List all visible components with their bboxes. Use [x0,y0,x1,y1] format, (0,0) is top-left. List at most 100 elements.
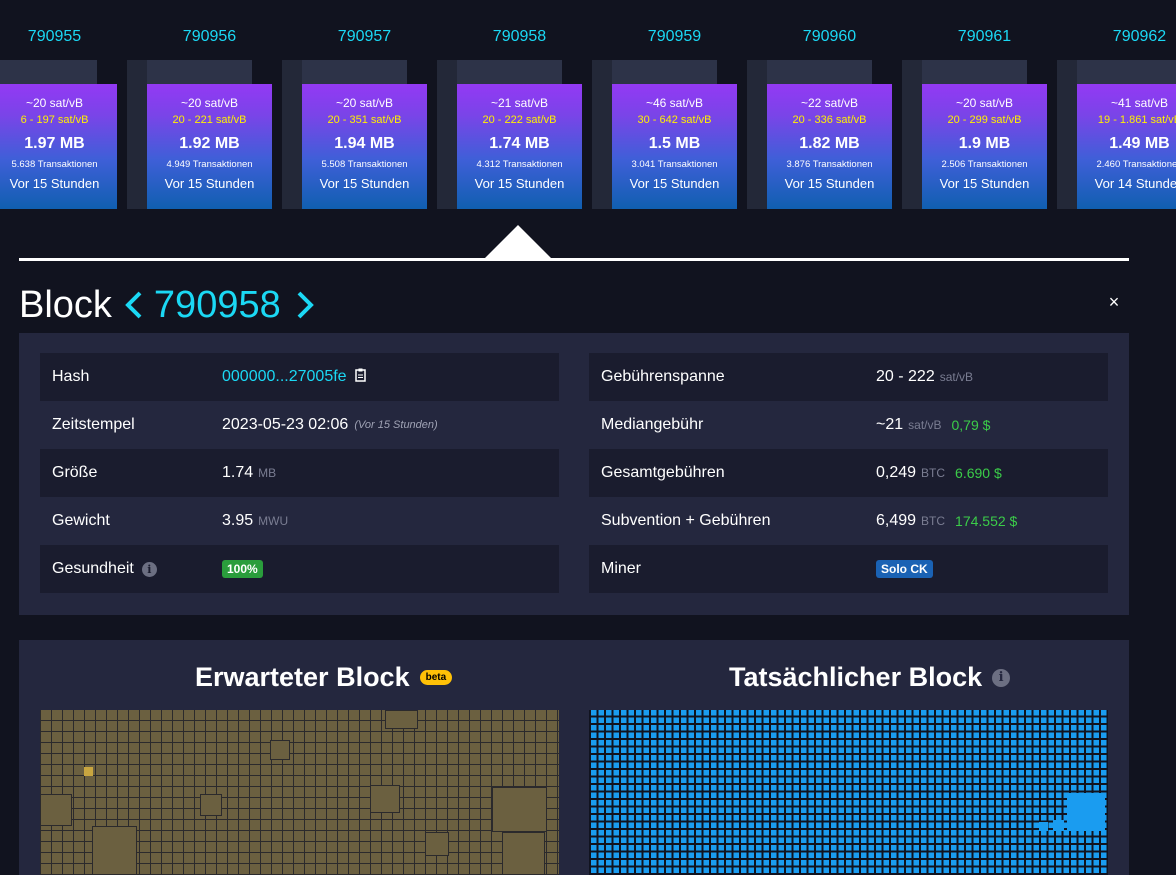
hash-link[interactable]: 000000...27005fe [222,368,347,386]
block-number: 790958 [153,283,281,326]
block-cube-side [902,60,922,209]
block-height-link[interactable]: 790958 [457,28,582,46]
block-tx-count: 3.876 Transaktionen [786,159,873,170]
health-row: Gesundheit i 100% [40,545,559,593]
block-height-link[interactable]: 790961 [922,28,1047,46]
median-fee-label: Mediangebühr [601,416,704,433]
hash-row: Hash 000000...27005fe [40,353,559,401]
chevron-right-icon[interactable] [295,290,315,320]
block-790958[interactable]: 790958 ~21 sat/vB 20 - 222 sat/vB 1.74 MB 4.… [437,0,612,220]
timestamp-row: Zeitstempel 2023-05-23 02:06 (Vor 15 Stu… [40,401,559,449]
block-790959[interactable]: 790959 ~46 sat/vB 30 - 642 sat/vB 1.5 MB 3.0… [592,0,767,220]
health-label: Gesundheit [52,560,134,577]
weight-value: 3.95 [222,512,254,529]
block-cube-front[interactable]: ~20 sat/vB 20 - 299 sat/vB 1.9 MB 2.506 Tra… [922,84,1047,209]
page-title: Block [19,283,112,326]
close-icon[interactable]: × [1104,292,1124,312]
subsidy-row: Subvention + Gebühren 6,499 BTC 174.552 … [589,497,1108,545]
block-height-link[interactable]: 790955 [0,28,117,46]
block-size: 1.94 MB [334,135,395,152]
size-label: Größe [52,464,98,481]
total-fees-value: 0,249 [876,464,917,481]
block-790962[interactable]: 790962 ~41 sat/vB 19 - 1.861 sat/vB 1.49 MB… [1057,0,1176,220]
block-median-fee: ~20 sat/vB [335,96,394,110]
block-height-link[interactable]: 790960 [767,28,892,46]
beta-badge: beta [419,670,453,685]
size-row: Größe 1.74 MB [40,449,559,497]
block-details-panel: Hash 000000...27005fe Zeitstempel 2023-0… [19,333,1129,615]
block-median-fee: ~41 sat/vB [1110,96,1169,110]
details-left-column: Hash 000000...27005fe Zeitstempel 2023-0… [40,353,559,593]
block-790957[interactable]: 790957 ~20 sat/vB 20 - 351 sat/vB 1.94 MB 5.… [282,0,457,220]
block-cube-front[interactable]: ~41 sat/vB 19 - 1.861 sat/vB 1.49 MB 2.460 … [1077,84,1176,209]
block-790955[interactable]: 790955 ~20 sat/vB 6 - 197 sat/vB 1.97 MB 5.6… [0,0,147,220]
block-790961[interactable]: 790961 ~20 sat/vB 20 - 299 sat/vB 1.9 MB 2.5… [902,0,1077,220]
block-fee-range: 20 - 221 sat/vB [172,114,247,126]
block-cube-front[interactable]: ~46 sat/vB 30 - 642 sat/vB 1.5 MB 3.041 Tra… [612,84,737,209]
expected-block-treemap[interactable] [40,710,559,875]
block-tx-count: 5.638 Transaktionen [11,159,98,170]
block-cube-front[interactable]: ~22 sat/vB 20 - 336 sat/vB 1.82 MB 3.876 Tr… [767,84,892,209]
block-790960[interactable]: 790960 ~22 sat/vB 20 - 336 sat/vB 1.82 MB 3.… [747,0,922,220]
block-tx-count: 2.460 Transaktionen [1096,159,1176,170]
block-fee-range: 19 - 1.861 sat/vB [1097,114,1176,126]
block-cube-side [1057,60,1077,209]
block-median-fee: ~20 sat/vB [180,96,239,110]
blockchain-blocks-strip: 790955 ~20 sat/vB 6 - 197 sat/vB 1.97 MB 5.6… [0,0,1176,262]
block-cube-side [282,60,302,209]
block-tx-count: 5.508 Transaktionen [321,159,408,170]
actual-block-grid[interactable] [589,710,1108,875]
block-cube-top [0,60,97,84]
block-height-link[interactable]: 790957 [302,28,427,46]
details-right-column: Gebührenspanne 20 - 222 sat/vB Mediangeb… [589,353,1108,593]
block-790956[interactable]: 790956 ~20 sat/vB 20 - 221 sat/vB 1.92 MB 4.… [127,0,302,220]
block-tx-count: 3.041 Transaktionen [631,159,718,170]
block-cube-side [592,60,612,209]
fee-span-row: Gebührenspanne 20 - 222 sat/vB [589,353,1108,401]
total-fees-row: Gesamtgebühren 0,249 BTC 6.690 $ [589,449,1108,497]
miner-badge[interactable]: Solo CK [876,560,933,578]
block-cube-side [747,60,767,209]
block-time: Vor 15 Stunden [629,176,720,191]
block-median-fee: ~20 sat/vB [955,96,1014,110]
block-fee-range: 6 - 197 sat/vB [20,114,89,126]
block-cube-front[interactable]: ~20 sat/vB 6 - 197 sat/vB 1.97 MB 5.638 Tra… [0,84,117,209]
actual-block-label: Tatsächlicher Block [729,662,983,692]
divider-line [19,258,1129,261]
miner-row: Miner Solo CK [589,545,1108,593]
block-fee-range: 20 - 222 sat/vB [482,114,557,126]
block-fee-range: 20 - 299 sat/vB [947,114,1022,126]
size-value: 1.74 [222,464,254,481]
fee-span-label: Gebührenspanne [601,368,725,385]
block-height-link[interactable]: 790956 [147,28,272,46]
info-icon[interactable]: i [992,668,1011,687]
copy-icon[interactable] [354,368,367,387]
block-size: 1.49 MB [1109,135,1170,152]
block-size: 1.97 MB [24,135,85,152]
timestamp-label: Zeitstempel [52,416,135,433]
block-size: 1.92 MB [179,135,240,152]
block-visualization-panel: Erwarteter Block beta Tatsächlicher Bloc… [19,640,1129,875]
selected-block-arrow [483,225,553,260]
median-fee-usd: 0,79 $ [951,417,991,433]
block-cube-front[interactable]: ~21 sat/vB 20 - 222 sat/vB 1.74 MB 4.312 Tr… [457,84,582,209]
actual-block-title: Tatsächlicher Block i [729,662,1011,693]
block-cube-side [437,60,457,209]
info-icon[interactable]: i [141,561,157,577]
fee-span-value: 20 - 222 [876,368,935,385]
subsidy-label: Subvention + Gebühren [601,512,771,529]
fee-span-unit: sat/vB [939,370,974,384]
block-size: 1.82 MB [799,135,860,152]
block-time: Vor 15 Stunden [164,176,255,191]
chevron-left-icon[interactable] [124,290,144,320]
median-fee-row: Mediangebühr ~21 sat/vB 0,79 $ [589,401,1108,449]
block-height-link[interactable]: 790962 [1077,28,1176,46]
miner-label: Miner [601,560,642,577]
block-height-link[interactable]: 790959 [612,28,737,46]
block-cube-front[interactable]: ~20 sat/vB 20 - 221 sat/vB 1.92 MB 4.949 Tr… [147,84,272,209]
block-time: Vor 15 Stunden [784,176,875,191]
timestamp-value: 2023-05-23 02:06 [222,416,349,433]
block-time: Vor 15 Stunden [474,176,565,191]
block-cube-front[interactable]: ~20 sat/vB 20 - 351 sat/vB 1.94 MB 5.508 Tr… [302,84,427,209]
block-time: Vor 15 Stunden [319,176,410,191]
